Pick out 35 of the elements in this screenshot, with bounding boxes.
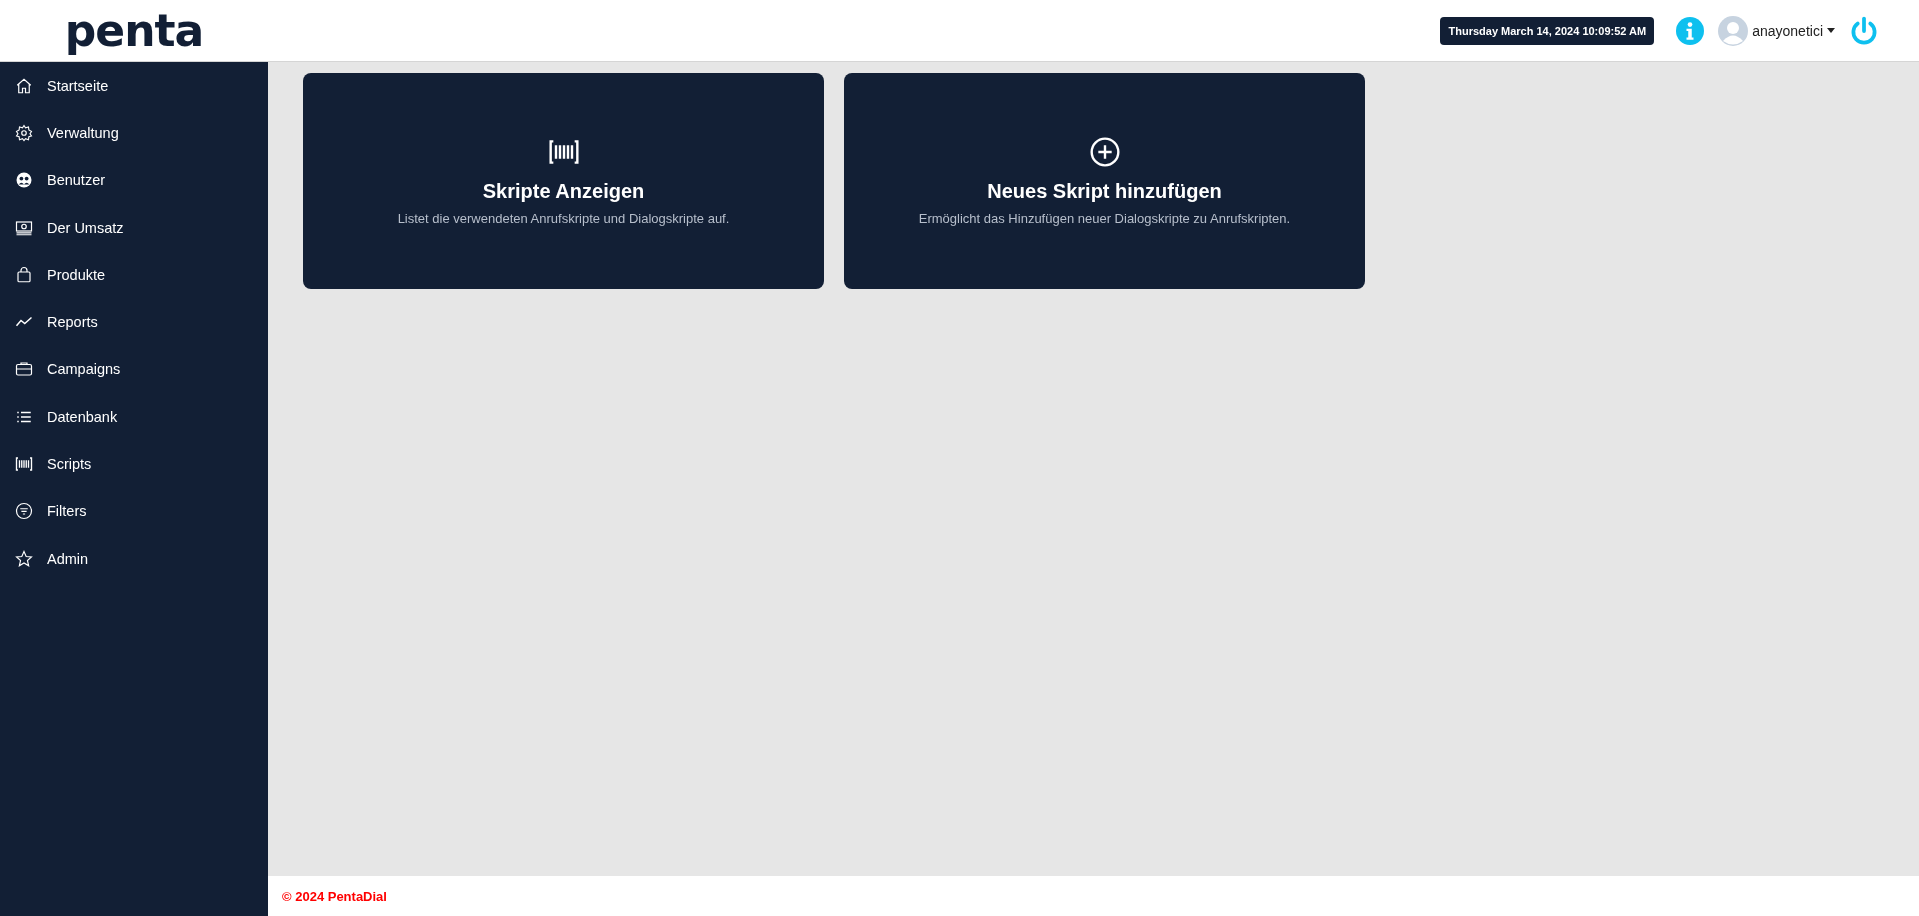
- filter-icon: [15, 502, 33, 521]
- sidebar-item[interactable]: Campaigns: [0, 345, 268, 394]
- sidebar-item[interactable]: Produkte: [0, 251, 268, 299]
- star-icon: [15, 549, 33, 568]
- sidebar-item[interactable]: Filters: [0, 487, 268, 535]
- home-icon: [15, 76, 33, 95]
- sidebar-item[interactable]: Reports: [0, 298, 268, 346]
- users-icon: [15, 171, 33, 190]
- card-title: Neues Skript hinzufügen: [987, 180, 1222, 203]
- sidebar-item[interactable]: Startseite: [0, 62, 268, 110]
- logo[interactable]: penta: [64, 8, 204, 53]
- card-description: Listet die verwendeten Anrufskripte und Dialogskripte auf.: [397, 211, 730, 226]
- banknote-icon: [15, 218, 33, 237]
- datetime-badge: Thursday March 14, 2024 10:09:52 AM: [1440, 16, 1655, 45]
- action-card[interactable]: Neues Skript hinzufügen Ermöglicht das Hinzufügen neuer Dialogskripte zu Anrufskripten.: [844, 73, 1365, 289]
- card-title: Skripte Anzeigen: [482, 180, 645, 203]
- caret-icon: [1827, 28, 1835, 33]
- copyright-text: © 2024 PentaDial: [282, 888, 387, 904]
- user-menu[interactable]: anayonetici: [1718, 15, 1835, 46]
- info-icon[interactable]: [1676, 16, 1705, 45]
- sidebar-item[interactable]: Benutzer: [0, 156, 268, 204]
- avatar-icon: [1718, 15, 1749, 46]
- sidebar-item[interactable]: Datenbank: [0, 393, 268, 441]
- barcode-icon: [15, 455, 33, 473]
- settings-icon: [15, 123, 33, 142]
- add-icon: [1088, 136, 1121, 168]
- briefcase-icon: [15, 360, 33, 379]
- bag-icon: [15, 265, 33, 284]
- sidebar-item[interactable]: Scripts: [0, 440, 268, 488]
- sidebar-item[interactable]: Verwaltung: [0, 109, 268, 157]
- power-icon[interactable]: [1849, 15, 1879, 46]
- action-card[interactable]: Skripte Anzeigen Listet die verwendeten Anrufskripte und Dialogskripte auf.: [303, 73, 824, 289]
- card-description: Ermöglicht das Hinzufügen neuer Dialogskripte zu Anrufskripten.: [918, 211, 1291, 226]
- sidebar-item[interactable]: Admin: [0, 534, 268, 583]
- sidebar-item[interactable]: Der Umsatz: [0, 203, 268, 252]
